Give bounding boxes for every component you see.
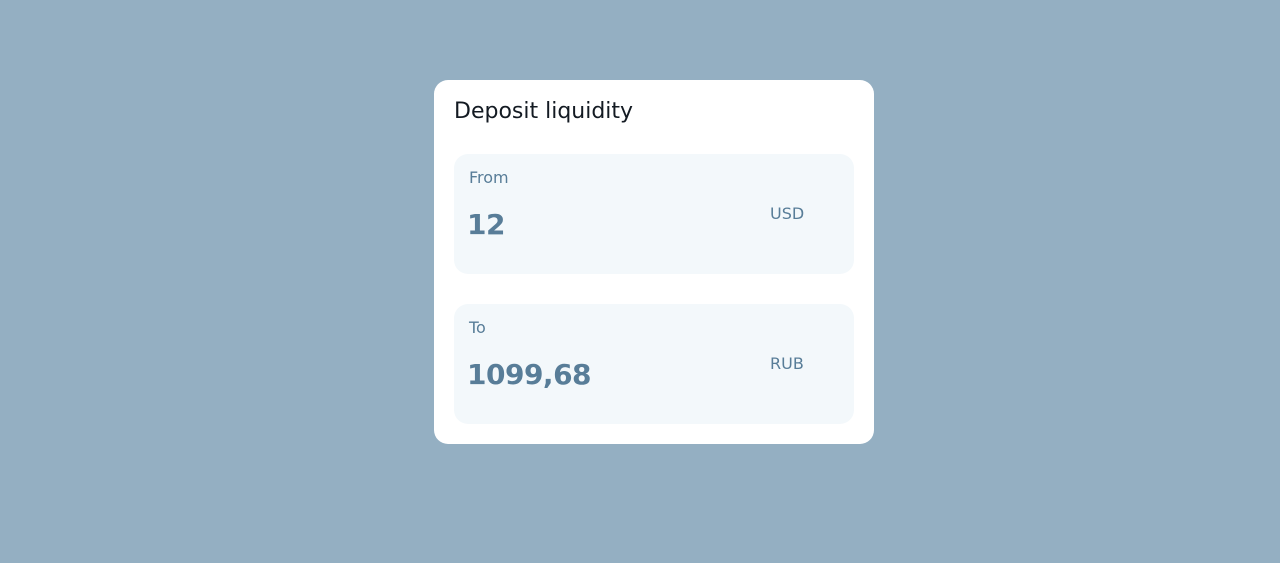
to-currency-selector[interactable]: RUB xyxy=(770,344,854,384)
to-field: To RUB xyxy=(454,304,854,424)
to-amount-input[interactable] xyxy=(464,352,770,396)
from-label: From xyxy=(469,168,509,187)
card-title: Deposit liquidity xyxy=(454,99,634,124)
to-label: To xyxy=(469,318,486,337)
from-currency-selector[interactable]: USD xyxy=(770,194,854,234)
from-field: From USD xyxy=(454,154,854,274)
deposit-liquidity-card: Deposit liquidity From USD To RUB xyxy=(434,80,874,444)
from-amount-input[interactable] xyxy=(464,202,770,246)
